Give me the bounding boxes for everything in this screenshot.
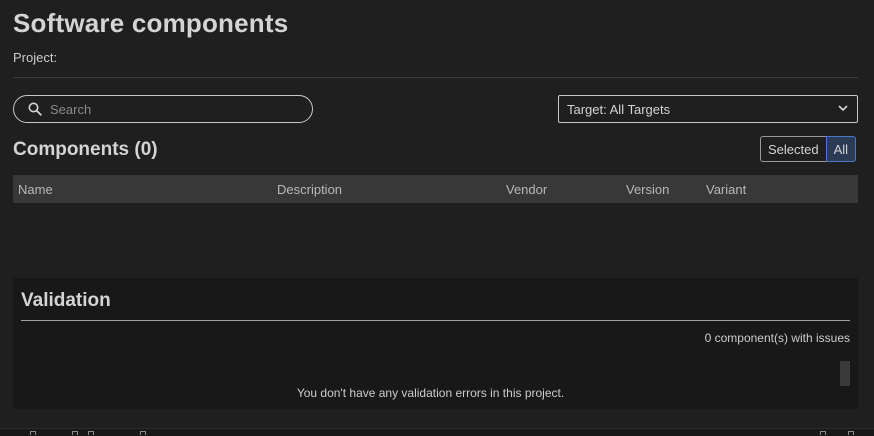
target-select-value: Target: All Targets (567, 101, 671, 117)
components-table-header: Name Description Vendor Version Variant (13, 175, 858, 203)
validation-divider (21, 320, 850, 321)
chevron-down-icon (838, 105, 848, 112)
status-bar-icon[interactable] (848, 431, 854, 435)
validation-empty-message: You don't have any validation errors in … (296, 386, 565, 400)
column-header-name[interactable]: Name (18, 182, 53, 197)
status-bar (0, 428, 874, 436)
column-header-vendor[interactable]: Vendor (506, 182, 547, 197)
issues-count: 0 component(s) with issues (704, 331, 850, 345)
target-select[interactable]: Target: All Targets (558, 95, 858, 123)
search-input[interactable] (50, 101, 300, 117)
column-header-description[interactable]: Description (277, 182, 342, 197)
header-divider (13, 77, 858, 78)
column-header-version[interactable]: Version (626, 182, 669, 197)
selection-filter-toggle: Selected All (760, 136, 857, 162)
filter-all-button[interactable]: All (825, 136, 857, 162)
page-title: Software components (13, 8, 289, 38)
search-box[interactable] (13, 95, 313, 123)
status-bar-icon[interactable] (140, 431, 146, 435)
status-bar-icon[interactable] (88, 431, 94, 435)
validation-heading: Validation (21, 290, 111, 311)
project-label: Project: (13, 50, 58, 65)
validation-panel: Validation 0 component(s) with issues Yo… (13, 278, 858, 409)
status-bar-icon[interactable] (30, 431, 36, 435)
filter-selected-button[interactable]: Selected (760, 136, 827, 162)
search-icon (28, 102, 42, 116)
status-bar-icon[interactable] (72, 431, 78, 435)
components-heading: Components (0) (13, 139, 158, 160)
status-bar-icon[interactable] (820, 431, 826, 435)
column-header-variant[interactable]: Variant (706, 182, 746, 197)
validation-scrollbar[interactable] (840, 361, 850, 386)
